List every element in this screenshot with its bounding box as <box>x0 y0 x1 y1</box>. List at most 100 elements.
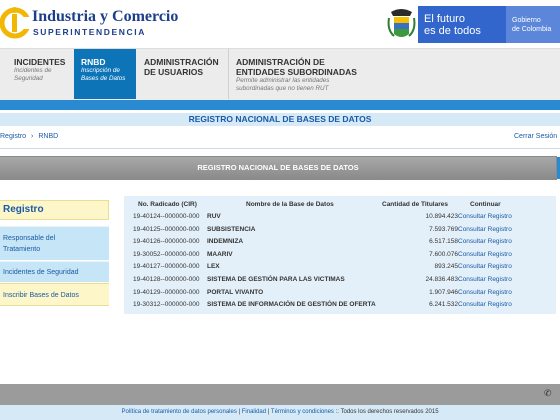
sidebar-item-label: Responsable del Tratamiento <box>3 233 55 255</box>
table-header-continuar: Continuar <box>470 201 501 208</box>
table-header-nombre: Nombre de la Base de Datos <box>246 201 334 208</box>
consultar-registro-link[interactable]: Consultar Registro <box>458 263 512 270</box>
table-row: 19-40126--000000-000 INDEMNIZA 6.517.158 Co… <box>124 236 556 249</box>
footer-links-bar: Política de tratamiento de datos persona… <box>0 405 560 420</box>
footer-rights: :: Todos los derechos reservados 2015 <box>333 409 439 415</box>
gov-tagline-line1: El futuro <box>424 13 465 25</box>
table-row: 19-40129--000000-000 PORTAL VIVANTO 1.907.… <box>124 287 556 300</box>
cell-database-name: SISTEMA DE GESTIÓN PARA LAS VICTIMAS <box>207 276 345 283</box>
gov-tagline-line2: es de todos <box>424 25 481 37</box>
coat-of-arms-icon <box>385 6 418 43</box>
consultar-registro-link[interactable]: Consultar Registro <box>458 238 512 245</box>
footer-text: Política de tratamiento de datos persona… <box>0 405 560 420</box>
cell-titulares: 7.600.076 <box>429 250 458 258</box>
cell-radicado: 19-40125--000000-000 <box>133 225 200 233</box>
nav-item-title: ADMINISTRACIÓN DE <box>236 57 325 67</box>
section-title-bar: REGISTRO NACIONAL DE BASES DE DATOS <box>0 157 556 179</box>
gov-name-block: Gobierno de Colombia <box>506 6 560 43</box>
sidebar-item-label-line1: Responsable del <box>3 235 56 242</box>
sic-logo-icon <box>0 6 32 40</box>
cell-database-name: INDEMNIZA <box>207 238 244 246</box>
section-title: REGISTRO NACIONAL DE BASES DE DATOS <box>197 163 359 172</box>
consultar-registro-link[interactable]: Consultar Registro <box>458 289 512 296</box>
breadcrumb-rnbd[interactable]: RNBD <box>38 133 58 140</box>
nav-item-sub: Inscripción de <box>81 67 120 74</box>
breadcrumb-separator: › <box>31 133 34 140</box>
cell-titulares: 1.907.946 <box>429 288 458 296</box>
nav-item-sub: Seguridad <box>14 75 43 82</box>
consultar-registro-link[interactable]: Consultar Registro <box>458 251 512 258</box>
table-row: 19-40125--000000-000 SUBSISTENCIA 7.593.76… <box>124 224 556 237</box>
cell-radicado: 19-40126--000000-000 <box>133 238 200 246</box>
cell-radicado: 19-40124--000000-000 <box>133 213 200 220</box>
databases-table: No. Radicado (CIR) Nombre de la Base de … <box>124 196 556 314</box>
nav-item-sub: Permite administrar las entidades <box>236 77 330 84</box>
cell-titulares: 10.894.423 <box>425 213 458 220</box>
footer-link-finalidad[interactable]: Finalidad <box>242 409 266 415</box>
cell-titulares: 7.593.769 <box>429 225 458 233</box>
nav-item-title: ADMINISTRACIÓN <box>144 57 219 67</box>
sidebar-item-responsable[interactable]: Responsable del Tratamiento <box>0 226 109 260</box>
nav-item-entidades-subordinadas[interactable]: ADMINISTRACIÓN DE ENTIDADES SUBORDINADAS… <box>228 49 357 99</box>
nav-underline-bar <box>0 100 560 110</box>
cell-radicado: 19-40127--000000-000 <box>133 263 200 271</box>
sidebar-heading: Registro <box>0 200 109 220</box>
nav-item-rnbd[interactable]: RNBD Inscripción de Bases de Datos <box>74 49 136 99</box>
table-header-titulares: Cantidad de Titulares <box>382 201 448 208</box>
cell-radicado: 19-40128--000000-000 <box>133 276 200 283</box>
gov-tagline-block: El futuro es de todos <box>418 6 506 43</box>
page-title: REGISTRO NACIONAL DE BASES DE DATOS <box>188 114 372 124</box>
table-row: 19-40127--000000-000 LEX 893.245 Consultar … <box>124 261 556 274</box>
cell-radicado: 19-40129--000000-000 <box>133 288 200 296</box>
sidebar-heading-label: Registro <box>3 204 44 215</box>
table-header-radicado: No. Radicado (CIR) <box>138 201 197 208</box>
footer-bar <box>0 384 560 405</box>
nav-item-title-line2: DE USUARIOS <box>144 67 204 77</box>
cell-database-name: LEX <box>207 263 220 271</box>
divider <box>0 148 560 149</box>
sidebar-item-label-line2: Tratamiento <box>3 246 41 253</box>
sidebar-item-inscribir[interactable]: Inscribir Bases de Datos <box>0 283 109 306</box>
nav-item-administracion-usuarios[interactable]: ADMINISTRACIÓN DE USUARIOS <box>137 49 223 99</box>
gov-name-line1: Gobierno <box>512 17 541 24</box>
breadcrumb-registro[interactable]: Registro <box>0 133 26 140</box>
cell-database-name: MAARIV <box>207 250 233 258</box>
logout-link[interactable]: Cerrar Sesión <box>514 133 557 140</box>
phone-icon: ✆ <box>544 388 552 398</box>
nav-item-incidentes[interactable]: INCIDENTES Incidentes de Seguridad <box>7 49 71 99</box>
cell-database-name: SUBSISTENCIA <box>207 225 256 233</box>
cell-database-name: SISTEMA DE INFORMACIÓN DE GESTIÓN DE OFE… <box>207 301 376 309</box>
footer-link-politica[interactable]: Política de tratamiento de datos persona… <box>121 409 236 415</box>
cell-radicado: 19-30312--000000-000 <box>133 301 200 309</box>
main-nav: INCIDENTES Incidentes de Seguridad RNBD … <box>0 48 560 100</box>
brand-name: Industria y Comercio <box>32 8 179 25</box>
consultar-registro-link[interactable]: Consultar Registro <box>458 276 512 283</box>
table-row: 19-40128--000000-000 SISTEMA DE GESTIÓN P… <box>124 274 556 287</box>
gov-name-line2: de Colombia <box>512 26 552 33</box>
title-band: REGISTRO NACIONAL DE BASES DE DATOS <box>0 113 560 126</box>
sidebar-item-label: Incidentes de Seguridad <box>3 269 79 276</box>
consultar-registro-link[interactable]: Consultar Registro <box>458 226 512 233</box>
cell-database-name: RUV <box>207 213 221 220</box>
cell-radicado: 19-30052--000000-000 <box>133 250 200 258</box>
footer-link-terminos[interactable]: Términos y condiciones <box>271 409 334 415</box>
table-row: 19-40124--000000-000 RUV 10.894.423 Consult… <box>124 211 556 224</box>
table-row: 19-30312--000000-000 SISTEMA DE INFORMACI… <box>124 299 556 312</box>
nav-item-sub: Incidentes de <box>14 67 52 74</box>
cell-titulares: 6.241.532 <box>429 301 458 309</box>
consultar-registro-link[interactable]: Consultar Registro <box>458 213 512 220</box>
cell-titulares: 6.517.158 <box>429 238 458 246</box>
table-row: 19-30052--000000-000 MAARIV 7.600.076 Consu… <box>124 249 556 262</box>
nav-item-title: INCIDENTES <box>14 57 66 67</box>
brand-subtitle: SUPERINTENDENCIA <box>33 27 146 37</box>
sidebar-item-incidentes[interactable]: Incidentes de Seguridad <box>0 261 109 282</box>
government-banner: El futuro es de todos Gobierno de Colomb… <box>385 6 560 43</box>
nav-item-title: RNBD <box>81 57 106 67</box>
cell-database-name: PORTAL VIVANTO <box>207 288 264 296</box>
sidebar-item-label: Inscribir Bases de Datos <box>3 292 79 299</box>
consultar-registro-link[interactable]: Consultar Registro <box>458 301 512 308</box>
nav-item-sub: Bases de Datos <box>81 75 126 82</box>
nav-item-title-line2: ENTIDADES SUBORDINADAS <box>236 67 357 77</box>
breadcrumb: Registro › RNBD <box>0 133 58 140</box>
cell-titulares: 24.836.483 <box>425 276 458 283</box>
